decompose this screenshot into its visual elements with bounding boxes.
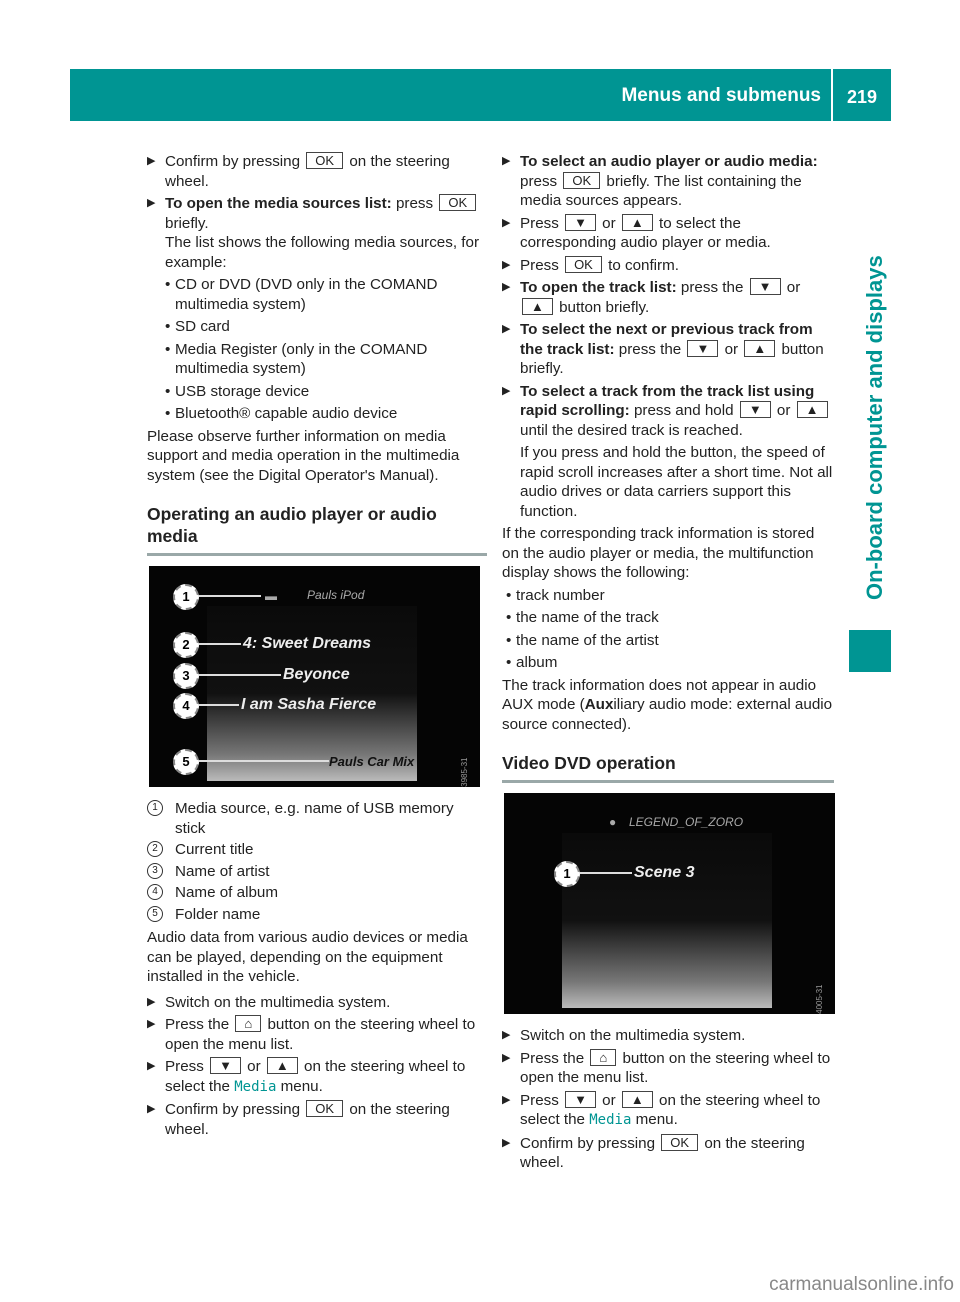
list-item: the name of the artist [502, 631, 834, 651]
legend-item: 5 Folder name [147, 905, 487, 925]
current-title-text: 4: Sweet Dreams [243, 635, 372, 652]
legend-item: 3 Name of artist [147, 862, 487, 882]
home-icon: ⌂ [235, 1015, 262, 1032]
rapid-scroll-note: If you press and hold the button, the sp… [520, 444, 833, 520]
legend-item: 2 Current title [147, 840, 487, 860]
arrow-up-icon: ▲ [266, 1057, 298, 1074]
scene-text: Scene 3 [634, 864, 695, 881]
step-rapid-scrolling: To select a track from the track list us… [502, 382, 834, 441]
side-tab-marker [849, 630, 891, 672]
right-column: To select an audio player or audio media… [502, 152, 835, 1176]
callout-line [199, 643, 241, 645]
media-menu-term: Media [234, 1078, 277, 1095]
arrow-up-icon: ▲ [522, 297, 553, 315]
arrow-down-icon: ▼ [565, 1090, 596, 1108]
step-switch-on: Switch on the multimedia system. [147, 993, 487, 1013]
header-divider [831, 69, 833, 121]
step-open-sources: To open the media sources list: press OK… [147, 194, 487, 272]
ok-key-icon: OK [306, 152, 344, 169]
arrow-up-icon: ▲ [796, 401, 828, 418]
disc-icon: ● [609, 815, 617, 829]
dvd-title-text: LEGEND_OF_ZORO [629, 815, 744, 829]
callout-line [199, 704, 239, 706]
step-switch-on: Switch on the multimedia system. [502, 1026, 834, 1046]
list-item: CD or DVD (DVD only in the COMAND multim… [147, 275, 487, 314]
arrow-down-icon: ▼ [687, 339, 719, 357]
callout-line [199, 674, 281, 676]
note-paragraph: Please observe further information on me… [147, 427, 460, 484]
callout-line [199, 595, 261, 597]
list-item: SD card [147, 317, 487, 337]
step-select-media: Press ▼ or ▲ on the steering wheel to se… [147, 1057, 487, 1097]
callout-5: 5 [173, 749, 199, 775]
list-item: album [502, 653, 834, 673]
figure-code: P54.33-3985-31 [459, 757, 469, 787]
header-bar: Menus and submenus 219 [70, 69, 891, 121]
aux-paragraph: The track information does not appear in… [502, 676, 833, 733]
dvd-display-illustration: ● LEGEND_OF_ZORO 1 Scene 3 P54.33-4005-3… [504, 793, 835, 1014]
ok-key-icon: OK [306, 1100, 344, 1117]
step-select-corresponding: Press ▼ or ▲ to select the corresponding… [502, 213, 834, 253]
home-icon: ⌂ [590, 1048, 617, 1066]
artist-text: Beyonce [283, 666, 350, 683]
step-press-ok: Press OK to confirm. [502, 255, 834, 276]
legend-item: 1 Media source, e.g. name of USB memory s… [147, 799, 487, 838]
callout-1: 1 [173, 584, 199, 610]
step-open-track-list: To open the track list: press the ▼ or ▲… [502, 278, 834, 317]
audio-display-illustration: 1 ▬ Pauls iPod 2 4: Sweet Dreams 3 Beyon… [149, 566, 480, 787]
list-item: the name of the track [502, 608, 834, 628]
ok-key-icon: OK [563, 171, 601, 189]
arrow-up-icon: ▲ [621, 1090, 653, 1108]
left-column: Confirm by pressing OK on the steering w… [147, 152, 487, 1142]
step-confirm: Confirm by pressing OK on the steering w… [147, 152, 487, 191]
figure-code: P54.33-4005-31 [814, 984, 824, 1014]
ok-key-icon: OK [439, 194, 477, 211]
media-menu-term: Media [589, 1112, 632, 1128]
arrow-down-icon: ▼ [749, 278, 781, 295]
step-select-player: To select an audio player or audio media… [502, 152, 834, 211]
folder-text: Pauls Car Mix [329, 754, 415, 769]
step-select-media: Press ▼ or ▲ on the steering wheel to se… [502, 1090, 834, 1131]
page-number: 219 [846, 87, 877, 107]
callout-4: 4 [173, 693, 199, 719]
legend-item: 4 Name of album [147, 883, 487, 903]
arrow-down-icon: ▼ [739, 401, 771, 418]
callout-1: 1 [554, 861, 580, 887]
callout-line [580, 872, 632, 874]
list-item: track number [502, 586, 834, 606]
list-item: USB storage device [147, 382, 487, 402]
audio-note: Audio data from various audio devices or… [147, 929, 468, 985]
usb-icon: ▬ [265, 589, 277, 603]
arrow-up-icon: ▲ [621, 213, 653, 231]
step-press-home: Press the ⌂ button on the steering wheel… [147, 1015, 487, 1054]
side-tab-label: On-board computer and displays [862, 255, 887, 600]
section-heading: Operating an audio player or audio media [147, 503, 487, 556]
ok-key-icon: OK [565, 255, 602, 273]
ok-key-icon: OK [661, 1133, 699, 1151]
step-confirm: Confirm by pressing OK on the steering w… [502, 1133, 834, 1173]
callout-2: 2 [173, 632, 199, 658]
list-item: Bluetooth® capable audio device [147, 404, 487, 424]
list-item: Media Register (only in the COMAND multi… [147, 340, 487, 379]
callout-3: 3 [173, 663, 199, 689]
callout-line [199, 760, 329, 762]
album-text: I am Sasha Fierce [241, 696, 377, 713]
arrow-up-icon: ▲ [744, 339, 776, 357]
display-panel [562, 833, 772, 1008]
section-heading: Video DVD operation [502, 752, 834, 783]
section-title: Menus and submenus [621, 85, 821, 106]
track-info-paragraph: If the corresponding track information i… [502, 525, 815, 581]
step-next-previous-track: To select the next or previous track fro… [502, 320, 834, 379]
step-press-home: Press the ⌂ button on the steering wheel… [502, 1048, 834, 1088]
media-source-text: Pauls iPod [307, 588, 365, 602]
arrow-down-icon: ▼ [210, 1057, 241, 1074]
watermark: carmanualsonline.info [769, 1274, 954, 1295]
arrow-down-icon: ▼ [565, 213, 596, 231]
step-confirm: Confirm by pressing OK on the steering w… [147, 1100, 487, 1139]
